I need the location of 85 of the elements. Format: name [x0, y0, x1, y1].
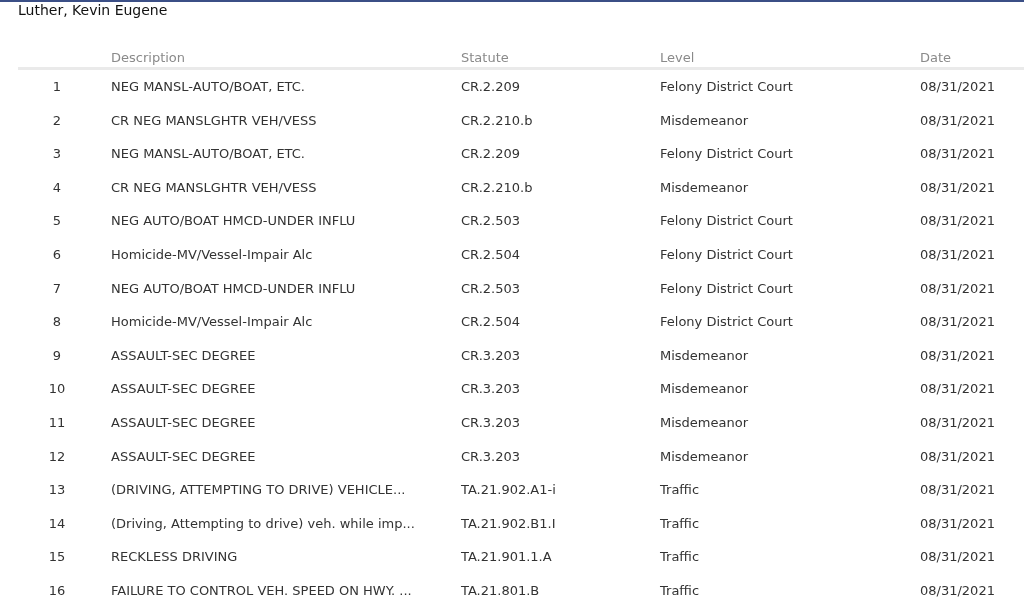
table-cell-text: FAILURE TO CONTROL VEH. SPEED ON HWY. ...	[111, 581, 413, 600]
table-cell-text: CR.3.203	[461, 380, 521, 399]
table-cell-text: Felony District Court	[660, 313, 794, 332]
table-cell-text: Misdemeanor	[660, 111, 750, 130]
table-cell-text: CR.2.503	[461, 279, 521, 298]
table-cell-text: 08/31/2021	[920, 514, 996, 533]
table-cell-text: CR.2.504	[461, 313, 521, 332]
table-cell-text: (DRIVING, ATTEMPTING TO DRIVE) VEHICLE...	[111, 481, 407, 500]
table-cell-text: Misdemeanor	[660, 178, 750, 197]
table-cell-text: CR.2.504	[461, 246, 521, 264]
row-number: 13	[47, 481, 67, 500]
table-cell-text: RECKLESS DRIVING	[111, 548, 239, 567]
table-cell-text: ASSAULT-SEC DEGREE	[111, 346, 257, 365]
table-cell-text: NEG AUTO/BOAT HMCD-UNDER INFLU	[111, 212, 357, 231]
table-cell-text: Homicide-MV/Vessel-Impair Alc	[111, 246, 314, 264]
table-cell-text: CR.2.209	[461, 78, 521, 97]
table-cell-text: ASSAULT-SEC DEGREE	[111, 380, 257, 399]
table-cell-text: 08/31/2021	[920, 581, 996, 600]
table-cell-text: Misdemeanor	[660, 346, 750, 365]
table-cell-text: TA.21.902.A1-i	[461, 481, 557, 500]
table-cell-text: Felony District Court	[660, 145, 794, 164]
column-header: Statute	[461, 49, 510, 67]
table-cell-text: CR.2.209	[461, 145, 521, 164]
table-cell-text: TA.21.902.B1.I	[461, 514, 557, 533]
row-number: 2	[51, 111, 63, 130]
table-cell-text: 08/31/2021	[920, 178, 996, 197]
table-cell-text: TA.21.801.B	[461, 581, 541, 600]
table-cell-text: CR NEG MANSLGHTR VEH/VESS	[111, 111, 318, 130]
table-cell-text: Felony District Court	[660, 279, 794, 298]
row-number: 11	[47, 414, 67, 432]
table-cell-text: 08/31/2021	[920, 246, 996, 264]
row-number: 7	[51, 279, 63, 298]
table-cell-text: 08/31/2021	[920, 279, 996, 298]
table-cell-text: ASSAULT-SEC DEGREE	[111, 447, 257, 466]
table-cell-text: 08/31/2021	[920, 111, 996, 130]
table-cell-text: TA.21.901.1.A	[461, 548, 553, 567]
person-name: Luther, Kevin Eugene	[17, 2, 169, 18]
row-number: 8	[51, 313, 63, 332]
table-cell-text: Misdemeanor	[660, 447, 750, 466]
table-cell-text: CR.3.203	[461, 447, 521, 466]
column-header: Date	[920, 49, 953, 67]
row-number: 14	[47, 514, 67, 533]
row-number: 5	[51, 212, 63, 231]
row-number: 10	[47, 380, 67, 399]
table-cell-text: CR.2.503	[461, 212, 521, 231]
row-number: 15	[47, 548, 67, 567]
row-number: 4	[51, 178, 63, 197]
row-number: 16	[47, 581, 67, 600]
table-cell-text: Traffic	[660, 514, 701, 533]
row-number: 3	[51, 145, 63, 164]
table-cell-text: CR.2.210.b	[461, 111, 534, 130]
table-cell-text: NEG AUTO/BOAT HMCD-UNDER INFLU	[111, 279, 357, 298]
table-cell-text: Traffic	[660, 481, 701, 500]
table-cell-text: Homicide-MV/Vessel-Impair Alc	[111, 313, 314, 332]
table-cell-text: 08/31/2021	[920, 145, 996, 164]
row-number: 12	[47, 447, 67, 466]
table-cell-text: 08/31/2021	[920, 548, 996, 567]
table-cell-text: Misdemeanor	[660, 414, 750, 432]
row-number: 1	[51, 78, 63, 97]
table-cell-text: CR.3.203	[461, 346, 521, 365]
table-cell-text: NEG MANSL-AUTO/BOAT, ETC.	[111, 78, 306, 97]
table-cell-text: 08/31/2021	[920, 447, 996, 466]
table-cell-text: 08/31/2021	[920, 313, 996, 332]
table-cell-text: ASSAULT-SEC DEGREE	[111, 414, 257, 432]
column-header: Level	[660, 49, 696, 67]
table-cell-text: 08/31/2021	[920, 78, 996, 97]
table-cell-text: 08/31/2021	[920, 481, 996, 500]
table-cell-text: Felony District Court	[660, 78, 794, 97]
table-cell-text: CR NEG MANSLGHTR VEH/VESS	[111, 178, 318, 197]
table-cell-text: Misdemeanor	[660, 380, 750, 399]
table-cell-text: 08/31/2021	[920, 414, 996, 432]
table-cell-text: Traffic	[660, 548, 701, 567]
table-cell-text: Felony District Court	[660, 212, 794, 231]
table-cell-text: Traffic	[660, 581, 701, 600]
column-header: Description	[111, 49, 187, 67]
table-cell-text: CR.2.210.b	[461, 178, 534, 197]
row-number: 9	[51, 346, 63, 365]
table-cell-text: Felony District Court	[660, 246, 794, 264]
table-cell-text: 08/31/2021	[920, 380, 996, 399]
table-cell-text: CR.3.203	[461, 414, 521, 432]
table-cell-text: 08/31/2021	[920, 212, 996, 231]
table-cell-text: (Driving, Attempting to drive) veh. while imp...	[111, 514, 416, 533]
table-cell-text: NEG MANSL-AUTO/BOAT, ETC.	[111, 145, 306, 164]
table-cell-text: 08/31/2021	[920, 346, 996, 365]
row-number: 6	[51, 246, 63, 264]
